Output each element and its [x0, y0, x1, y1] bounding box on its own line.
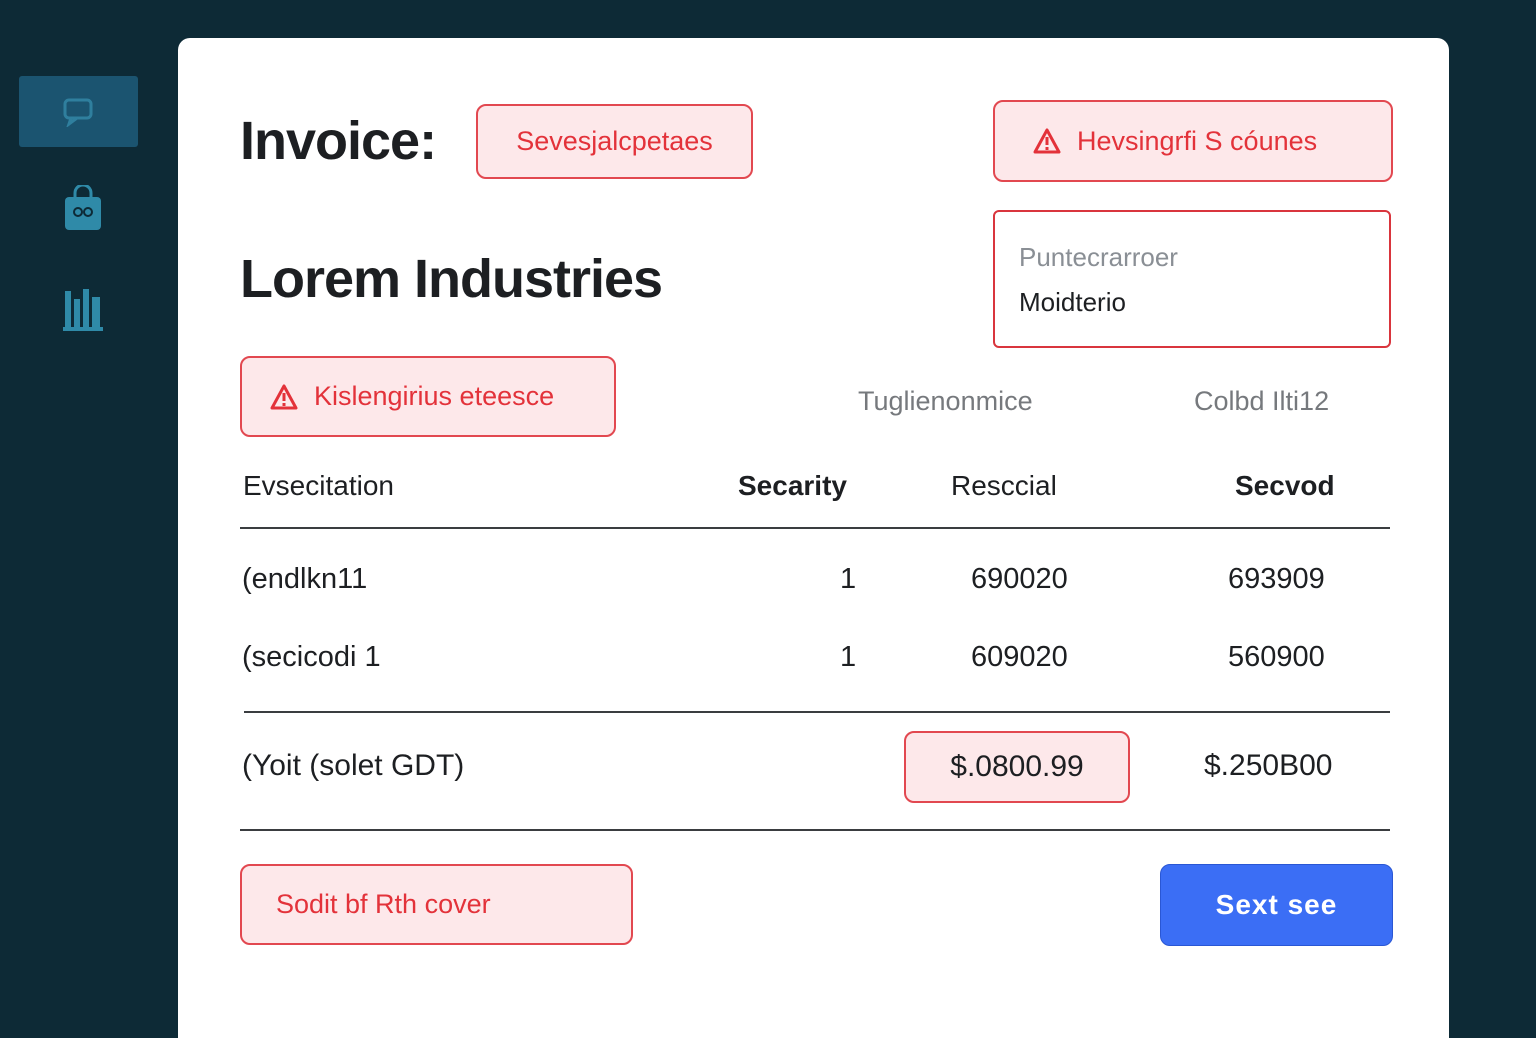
field-value: Moidterio — [1019, 287, 1126, 317]
bottom-error-banner[interactable]: Sodit bf Rth cover — [240, 864, 633, 945]
sidebar-item-chart[interactable] — [60, 284, 106, 334]
table-cell: 690020 — [971, 563, 1068, 595]
primary-action-button[interactable]: Sext see — [1160, 864, 1393, 946]
total-value: $.0800.99 — [950, 750, 1084, 783]
meta-left: Tuglienonmice — [858, 386, 1033, 416]
bag-icon — [65, 185, 101, 230]
meta-right: Colbd Ilti12 — [1194, 386, 1330, 416]
table-cell: 609020 — [971, 641, 1068, 673]
header-divider — [240, 527, 1390, 529]
table-cell: 1 — [840, 641, 857, 673]
title-error-chip[interactable]: Sevesjalcpetaes — [476, 104, 753, 179]
table-cell: 560900 — [1228, 641, 1325, 673]
rows-divider — [244, 711, 1390, 713]
total-divider — [240, 829, 1390, 831]
table-cell: (endlkn11 — [242, 563, 368, 595]
warning-icon — [1033, 128, 1061, 154]
table-cell: 1 — [840, 563, 857, 595]
warning-icon — [270, 384, 298, 409]
grand-total: $.250B00 — [1204, 749, 1333, 782]
sidebar-item-chat[interactable] — [19, 76, 138, 147]
sidebar-item-bag[interactable] — [60, 184, 106, 234]
company-name: Lorem Industries — [240, 249, 663, 309]
title-error-text: Sevesjalcpetaes — [516, 126, 713, 156]
top-right-error-text: Hevsingrfi S cóunes — [1077, 125, 1318, 156]
column-header: Resccial — [951, 470, 1057, 501]
column-header: Secvod — [1235, 470, 1335, 501]
company-error-banner[interactable]: Kislengirius eteesce — [240, 356, 616, 437]
invoice-field[interactable]: Puntecrarroer Moidterio — [993, 210, 1391, 348]
total-value-error[interactable]: $.0800.99 — [904, 731, 1130, 803]
page-title: Invoice: — [240, 111, 437, 171]
company-error-text: Kislengirius eteesce — [314, 381, 555, 411]
chat-icon — [63, 98, 92, 127]
table-cell: 693909 — [1228, 563, 1325, 595]
column-header: Evsecitation — [243, 470, 394, 501]
sidebar — [0, 0, 160, 1024]
top-right-error-banner[interactable]: Hevsingrfi S cóunes — [993, 100, 1393, 182]
invoice-card: Invoice: Sevesjalcpetaes Hevsingrfi S có… — [178, 38, 1449, 1038]
total-label: (Yoit (solet GDT) — [242, 749, 465, 782]
bottom-error-text: Sodit bf Rth cover — [276, 889, 491, 919]
bar-chart-icon — [63, 289, 103, 331]
column-header: Secarity — [738, 470, 847, 501]
field-placeholder: Puntecrarroer — [1019, 242, 1178, 272]
table-cell: (secicodi 1 — [242, 641, 381, 673]
